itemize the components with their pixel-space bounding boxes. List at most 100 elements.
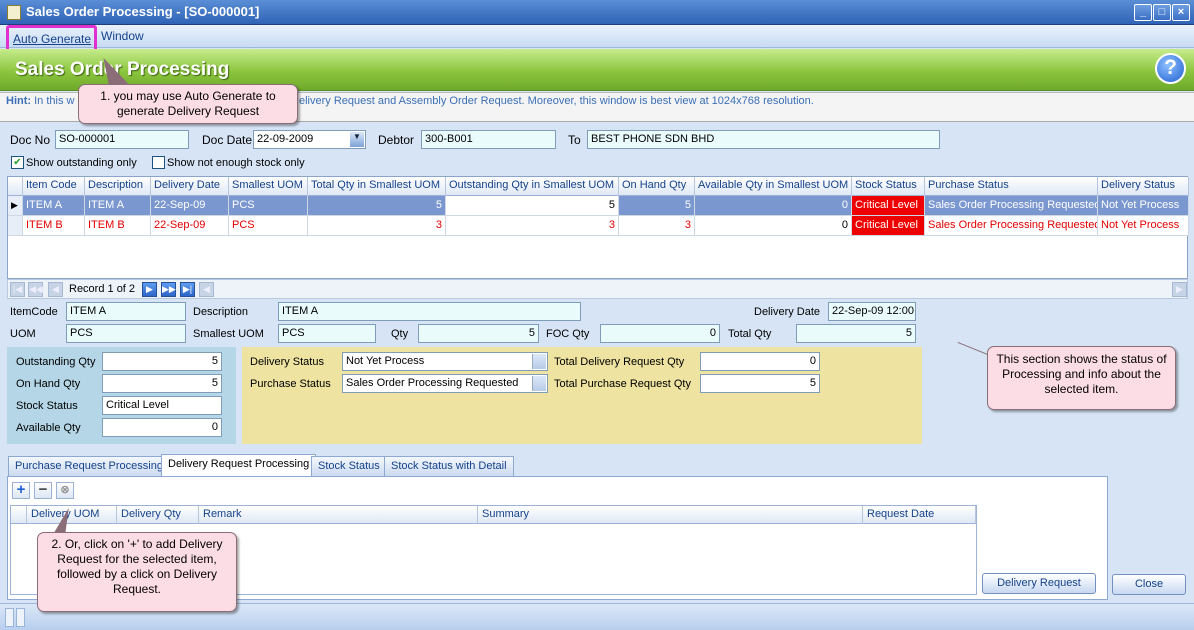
menu-auto-generate-label: Auto Generate	[13, 32, 92, 46]
col-summary[interactable]: Summary	[478, 506, 863, 524]
tab-purchase-request-processing[interactable]: Purchase Request Processing	[8, 456, 170, 476]
col-outstanding-qty[interactable]: Outstanding Qty in Smallest UOM	[446, 177, 619, 196]
remove-icon[interactable]: −	[34, 482, 52, 499]
show-not-enough-label: Show not enough stock only	[167, 157, 305, 169]
nav-prev-page-icon[interactable]: ◀◀	[28, 282, 43, 297]
tab-stock-status-with-detail[interactable]: Stock Status with Detail	[384, 456, 514, 476]
foc-qty-field[interactable]: 0	[600, 324, 720, 343]
menu-window[interactable]: Window	[98, 28, 147, 44]
qty-field[interactable]: 5	[418, 324, 539, 343]
tab-strip: Purchase Request Processing Delivery Req…	[7, 454, 1188, 476]
total-purchase-request-qty-label: Total Purchase Request Qty	[554, 378, 691, 390]
show-not-enough-checkbox[interactable]	[152, 156, 165, 169]
cell-item-code: ITEM B	[23, 216, 85, 235]
cell-purchase-status: Sales Order Processing Requested	[925, 216, 1098, 235]
callout-status-section: This section shows the status of Process…	[987, 346, 1176, 410]
close-button[interactable]: Close	[1112, 574, 1186, 595]
cell-on-hand-qty: 5	[619, 196, 695, 215]
total-purchase-request-qty-field[interactable]: 5	[700, 374, 820, 393]
title-bar: Sales Order Processing - [SO-000001] _ □…	[0, 0, 1194, 25]
table-row[interactable]: ▶ ITEM A ITEM A 22-Sep-09 PCS 5 5 5 0 Cr…	[8, 196, 1189, 216]
cell-delivery-date: 22-Sep-09	[151, 196, 229, 215]
hint-label: Hint:	[6, 95, 32, 107]
cancel-icon[interactable]: ⊗	[56, 482, 74, 499]
itemcode-field[interactable]: ITEM A	[66, 302, 186, 321]
doc-date-value: 22-09-2009	[257, 133, 314, 145]
subgrid-indicator-header	[11, 506, 27, 524]
cell-purchase-status: Sales Order Processing Requested	[925, 196, 1098, 215]
outstanding-qty-field[interactable]: 5	[102, 352, 222, 371]
col-total-qty[interactable]: Total Qty in Smallest UOM	[308, 177, 446, 196]
col-delivery-status[interactable]: Delivery Status	[1098, 177, 1189, 196]
available-qty-field[interactable]: 0	[102, 418, 222, 437]
stock-status-label: Stock Status	[16, 400, 78, 412]
cell-item-code: ITEM A	[23, 196, 85, 215]
cell-description: ITEM A	[85, 196, 151, 215]
grid-header: Item Code Description Delivery Date Smal…	[8, 177, 1189, 196]
purchase-status-value: Sales Order Processing Requested	[346, 377, 519, 389]
col-stock-status[interactable]: Stock Status	[852, 177, 925, 196]
qty-label: Qty	[391, 328, 409, 340]
maximize-icon[interactable]: □	[1153, 4, 1171, 21]
col-remark[interactable]: Remark	[199, 506, 478, 524]
smallest-uom-label: Smallest UOM	[193, 328, 264, 340]
tab-delivery-request-processing[interactable]: Delivery Request Processing	[161, 454, 317, 476]
status-segment	[16, 608, 25, 627]
col-request-date[interactable]: Request Date	[863, 506, 976, 524]
col-item-code[interactable]: Item Code	[23, 177, 85, 196]
col-smallest-uom[interactable]: Smallest UOM	[229, 177, 308, 196]
delivery-request-button[interactable]: Delivery Request	[982, 573, 1096, 594]
doc-date-field[interactable]: 22-09-2009 ▼	[253, 130, 366, 149]
col-on-hand-qty[interactable]: On Hand Qty	[619, 177, 695, 196]
col-delivery-date[interactable]: Delivery Date	[151, 177, 229, 196]
tab-stock-status[interactable]: Stock Status	[311, 456, 387, 476]
nav-next-icon[interactable]: ▶	[142, 282, 157, 297]
cell-available-qty: 0	[695, 216, 852, 235]
close-icon[interactable]: ×	[1172, 4, 1190, 21]
cell-stock-status: Critical Level	[852, 216, 925, 235]
on-hand-qty-field[interactable]: 5	[102, 374, 222, 393]
total-qty-field[interactable]: 5	[796, 324, 916, 343]
table-row[interactable]: ITEM B ITEM B 22-Sep-09 PCS 3 3 3 0 Crit…	[8, 216, 1189, 236]
cell-smallest-uom: PCS	[229, 196, 308, 215]
smallest-uom-field[interactable]: PCS	[278, 324, 376, 343]
debtor-label: Debtor	[378, 133, 415, 147]
description-field[interactable]: ITEM A	[278, 302, 581, 321]
nav-last-icon[interactable]: ▶|	[180, 282, 195, 297]
stock-status-field[interactable]: Critical Level	[102, 396, 222, 415]
delivery-status-label: Delivery Status	[250, 356, 324, 368]
purchase-status-select[interactable]: Sales Order Processing Requested	[342, 374, 548, 393]
col-description[interactable]: Description	[85, 177, 151, 196]
menu-bar: Auto Generate Window	[0, 25, 1194, 54]
minimize-icon[interactable]: _	[1134, 4, 1152, 21]
debtor-field[interactable]: 300-B001	[421, 130, 556, 149]
total-delivery-request-qty-field[interactable]: 0	[700, 352, 820, 371]
help-icon[interactable]: ?	[1155, 53, 1186, 84]
doc-no-field[interactable]: SO-000001	[55, 130, 189, 149]
show-outstanding-checkbox[interactable]: ✔	[11, 156, 24, 169]
total-delivery-request-qty-label: Total Delivery Request Qty	[554, 356, 685, 368]
add-icon[interactable]: +	[12, 482, 30, 499]
col-purchase-status[interactable]: Purchase Status	[925, 177, 1098, 196]
delivery-date-label: Delivery Date	[754, 306, 821, 318]
record-text: Record 1 of 2	[69, 283, 136, 295]
to-field[interactable]: BEST PHONE SDN BHD	[587, 130, 940, 149]
row-selector-icon: ▶	[8, 196, 23, 215]
col-delivery-qty[interactable]: Delivery Qty	[117, 506, 199, 524]
col-available-qty[interactable]: Available Qty in Smallest UOM	[695, 177, 852, 196]
total-qty-label: Total Qty	[728, 328, 772, 340]
delivery-date-field[interactable]: 22-Sep-09 12:00	[828, 302, 916, 321]
nav-prev-icon[interactable]: ◀	[48, 282, 63, 297]
cell-on-hand-qty: 3	[619, 216, 695, 235]
delivery-status-select[interactable]: Not Yet Process	[342, 352, 548, 371]
scroll-left-icon[interactable]: ◀	[199, 282, 214, 297]
uom-field[interactable]: PCS	[66, 324, 186, 343]
nav-first-icon[interactable]: |◀	[10, 282, 25, 297]
scroll-right-icon[interactable]: ▶	[1172, 282, 1187, 297]
description-label: Description	[193, 306, 249, 318]
nav-next-page-icon[interactable]: ▶▶	[161, 282, 176, 297]
show-outstanding-label: Show outstanding only	[26, 157, 137, 169]
cell-total-qty: 3	[308, 216, 446, 235]
outstanding-qty-label: Outstanding Qty	[16, 356, 96, 368]
calendar-dropdown-icon[interactable]: ▼	[350, 132, 364, 147]
